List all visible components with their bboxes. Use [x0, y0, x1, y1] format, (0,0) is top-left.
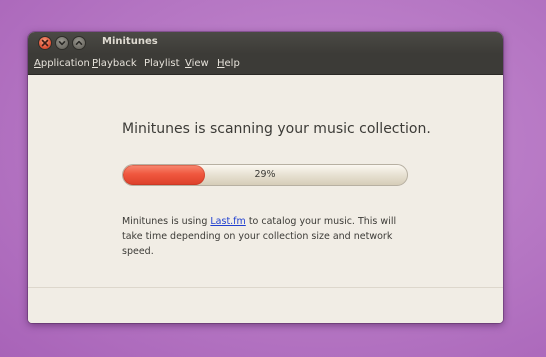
lastfm-link[interactable]: Last.fm: [210, 216, 245, 227]
menu-playback[interactable]: Playback: [92, 58, 137, 69]
app-window: Minitunes Application Playback Playlist …: [28, 32, 503, 323]
menu-bar: Application Playback Playlist View Help: [28, 54, 503, 75]
menu-help-label: elp: [224, 58, 240, 69]
menu-playlist-label: Playlist: [144, 58, 180, 69]
scan-heading: Minitunes is scanning your music collect…: [122, 121, 431, 137]
close-icon: [41, 39, 49, 47]
minimize-button[interactable]: [55, 36, 69, 50]
menu-view-mnemonic: V: [185, 58, 192, 69]
scan-description: Minitunes is using Last.fm to catalog yo…: [122, 214, 412, 259]
menu-help[interactable]: Help: [217, 58, 240, 69]
window-title: Minitunes: [102, 36, 158, 47]
close-button[interactable]: [38, 36, 52, 50]
maximize-icon: [75, 40, 83, 45]
menu-application-label: pplication: [40, 58, 90, 69]
menu-view[interactable]: View: [185, 58, 209, 69]
menu-application-mnemonic: A: [34, 58, 41, 69]
menu-playback-label: layback: [98, 58, 137, 69]
scan-progress-bar: 29%: [122, 164, 408, 186]
menu-application[interactable]: Application: [34, 58, 90, 69]
scan-panel: Minitunes is scanning your music collect…: [28, 75, 503, 323]
menu-help-mnemonic: H: [217, 58, 225, 69]
status-divider: [28, 287, 503, 288]
minimize-icon: [58, 41, 66, 46]
menu-playlist[interactable]: Playlist: [144, 58, 180, 69]
scan-progress-label: 29%: [254, 169, 276, 180]
maximize-button[interactable]: [72, 36, 86, 50]
title-bar[interactable]: Minitunes: [28, 32, 503, 54]
menu-view-label: iew: [191, 58, 209, 69]
scan-description-lead: Minitunes is using: [122, 216, 211, 227]
